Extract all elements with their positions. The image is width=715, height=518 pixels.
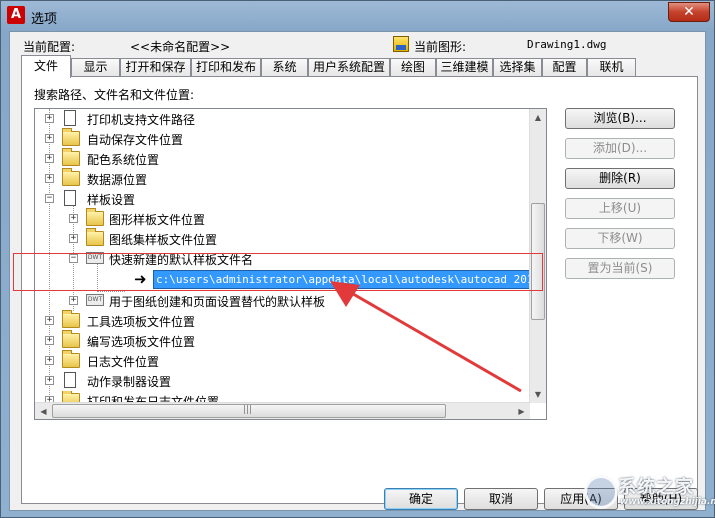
cancel-button[interactable]: 取消	[464, 488, 538, 510]
dwt-template-icon: DWT	[86, 294, 104, 306]
tab-drafting[interactable]: 绘图	[390, 58, 436, 77]
tree-item-label: 动作录制器设置	[87, 375, 172, 389]
move-down-button[interactable]: 下移(W)	[565, 228, 675, 249]
browse-button[interactable]: 浏览(B)...	[565, 108, 675, 129]
folder-icon	[62, 310, 80, 328]
drawing-icon	[393, 36, 409, 52]
expand-icon[interactable]: +	[45, 114, 54, 123]
folder-icon	[62, 128, 80, 146]
tab-open-save[interactable]: 打开和保存	[120, 58, 191, 77]
scroll-up-icon[interactable]: ▲	[530, 109, 546, 126]
autocad-logo-icon: A	[7, 6, 25, 24]
folder-icon	[62, 350, 80, 368]
search-paths-label: 搜索路径、文件名和文件位置:	[34, 88, 195, 102]
expand-icon[interactable]: +	[69, 214, 78, 223]
document-icon	[64, 372, 76, 388]
tab-plot-publish[interactable]: 打印和发布	[191, 58, 261, 77]
ok-button[interactable]: 确定	[384, 488, 458, 510]
tree-item-label: 样板设置	[87, 193, 136, 207]
document-icon	[64, 190, 76, 206]
watermark: 系统之家 www.xitongzhijia.net	[584, 469, 715, 515]
folder-icon	[86, 228, 104, 246]
expand-icon[interactable]: +	[45, 316, 54, 325]
tab-online[interactable]: 联机	[587, 58, 636, 77]
expand-icon[interactable]: +	[45, 356, 54, 365]
tree-item-label: 图纸集样板文件位置	[109, 233, 218, 247]
tree-item[interactable]: + 自动保存文件位置	[35, 128, 530, 149]
expand-icon[interactable]: +	[69, 296, 78, 305]
horizontal-scroll-thumb[interactable]: |||	[52, 404, 446, 418]
expand-icon[interactable]: +	[69, 234, 78, 243]
folder-icon	[62, 168, 80, 186]
folder-icon	[62, 148, 80, 166]
tree-item-label: 日志文件位置	[87, 355, 160, 369]
tab-profiles[interactable]: 配置	[542, 58, 587, 77]
title-bar[interactable]: A 选项 ✕	[1, 1, 715, 31]
tab-display[interactable]: 显示	[71, 58, 120, 77]
window-title: 选项	[31, 12, 58, 27]
tree-item-label: 自动保存文件位置	[87, 133, 184, 147]
annotation-arrow-icon	[330, 281, 522, 393]
collapse-icon[interactable]: −	[45, 194, 54, 203]
document-icon	[64, 110, 76, 126]
tree-item[interactable]: + 打印机支持文件路径	[35, 109, 530, 129]
tree-item-label: 配色系统位置	[87, 153, 160, 167]
folder-icon	[62, 330, 80, 348]
options-dialog: A 选项 ✕ 当前配置: <<未命名配置>> 当前图形: Drawing1.dw…	[0, 0, 715, 518]
expand-icon[interactable]: +	[45, 376, 54, 385]
tree-item-label: 数据源位置	[87, 173, 148, 187]
current-profile-value: <<未命名配置>>	[130, 40, 231, 54]
tree-item[interactable]: + 数据源位置	[35, 168, 530, 189]
close-button[interactable]: ✕	[668, 2, 710, 22]
folder-icon	[86, 208, 104, 226]
expand-icon[interactable]: +	[45, 174, 54, 183]
tree-item[interactable]: − 样板设置	[35, 189, 530, 209]
tree-item-label: 编写选项板文件位置	[87, 335, 196, 349]
tree-item-label: 用于图纸创建和页面设置替代的默认样板	[109, 295, 326, 309]
scroll-right-icon[interactable]: ▶	[513, 403, 530, 419]
tab-user-preferences[interactable]: 用户系统配置	[308, 58, 390, 77]
expand-icon[interactable]: +	[45, 134, 54, 143]
current-profile-label: 当前配置:	[23, 40, 76, 54]
current-drawing-value: Drawing1.dwg	[527, 38, 607, 51]
set-current-button[interactable]: 置为当前(S)	[565, 258, 675, 279]
tree-item[interactable]: + 图纸集样板文件位置	[35, 228, 530, 249]
watermark-logo-icon	[584, 475, 618, 509]
watermark-url: www.xitongzhijia.net	[620, 497, 715, 507]
tree-item[interactable]: + 图形样板文件位置	[35, 208, 530, 229]
add-button[interactable]: 添加(D)...	[565, 138, 675, 159]
tab-selection[interactable]: 选择集	[493, 58, 542, 77]
tab-system[interactable]: 系统	[261, 58, 308, 77]
tree-item-label: 工具选项板文件位置	[87, 315, 196, 329]
tree-item[interactable]: + 配色系统位置	[35, 148, 530, 169]
move-up-button[interactable]: 上移(U)	[565, 198, 675, 219]
watermark-name: 系统之家	[618, 477, 694, 498]
scroll-down-icon[interactable]: ▼	[530, 386, 546, 403]
grip-icon: |||	[243, 405, 253, 415]
tree-item-label: 图形样板文件位置	[109, 213, 206, 227]
horizontal-scrollbar[interactable]: ◀ ||| ▶	[35, 402, 530, 419]
expand-icon[interactable]: +	[45, 336, 54, 345]
tree-item-label: 打印机支持文件路径	[87, 113, 196, 127]
scroll-left-icon[interactable]: ◀	[35, 403, 52, 419]
expand-icon[interactable]: +	[45, 154, 54, 163]
remove-button[interactable]: 删除(R)	[565, 168, 675, 189]
tab-3d-modeling[interactable]: 三维建模	[436, 58, 493, 77]
current-drawing-label: 当前图形:	[414, 40, 467, 54]
tab-files[interactable]: 文件	[21, 55, 71, 78]
